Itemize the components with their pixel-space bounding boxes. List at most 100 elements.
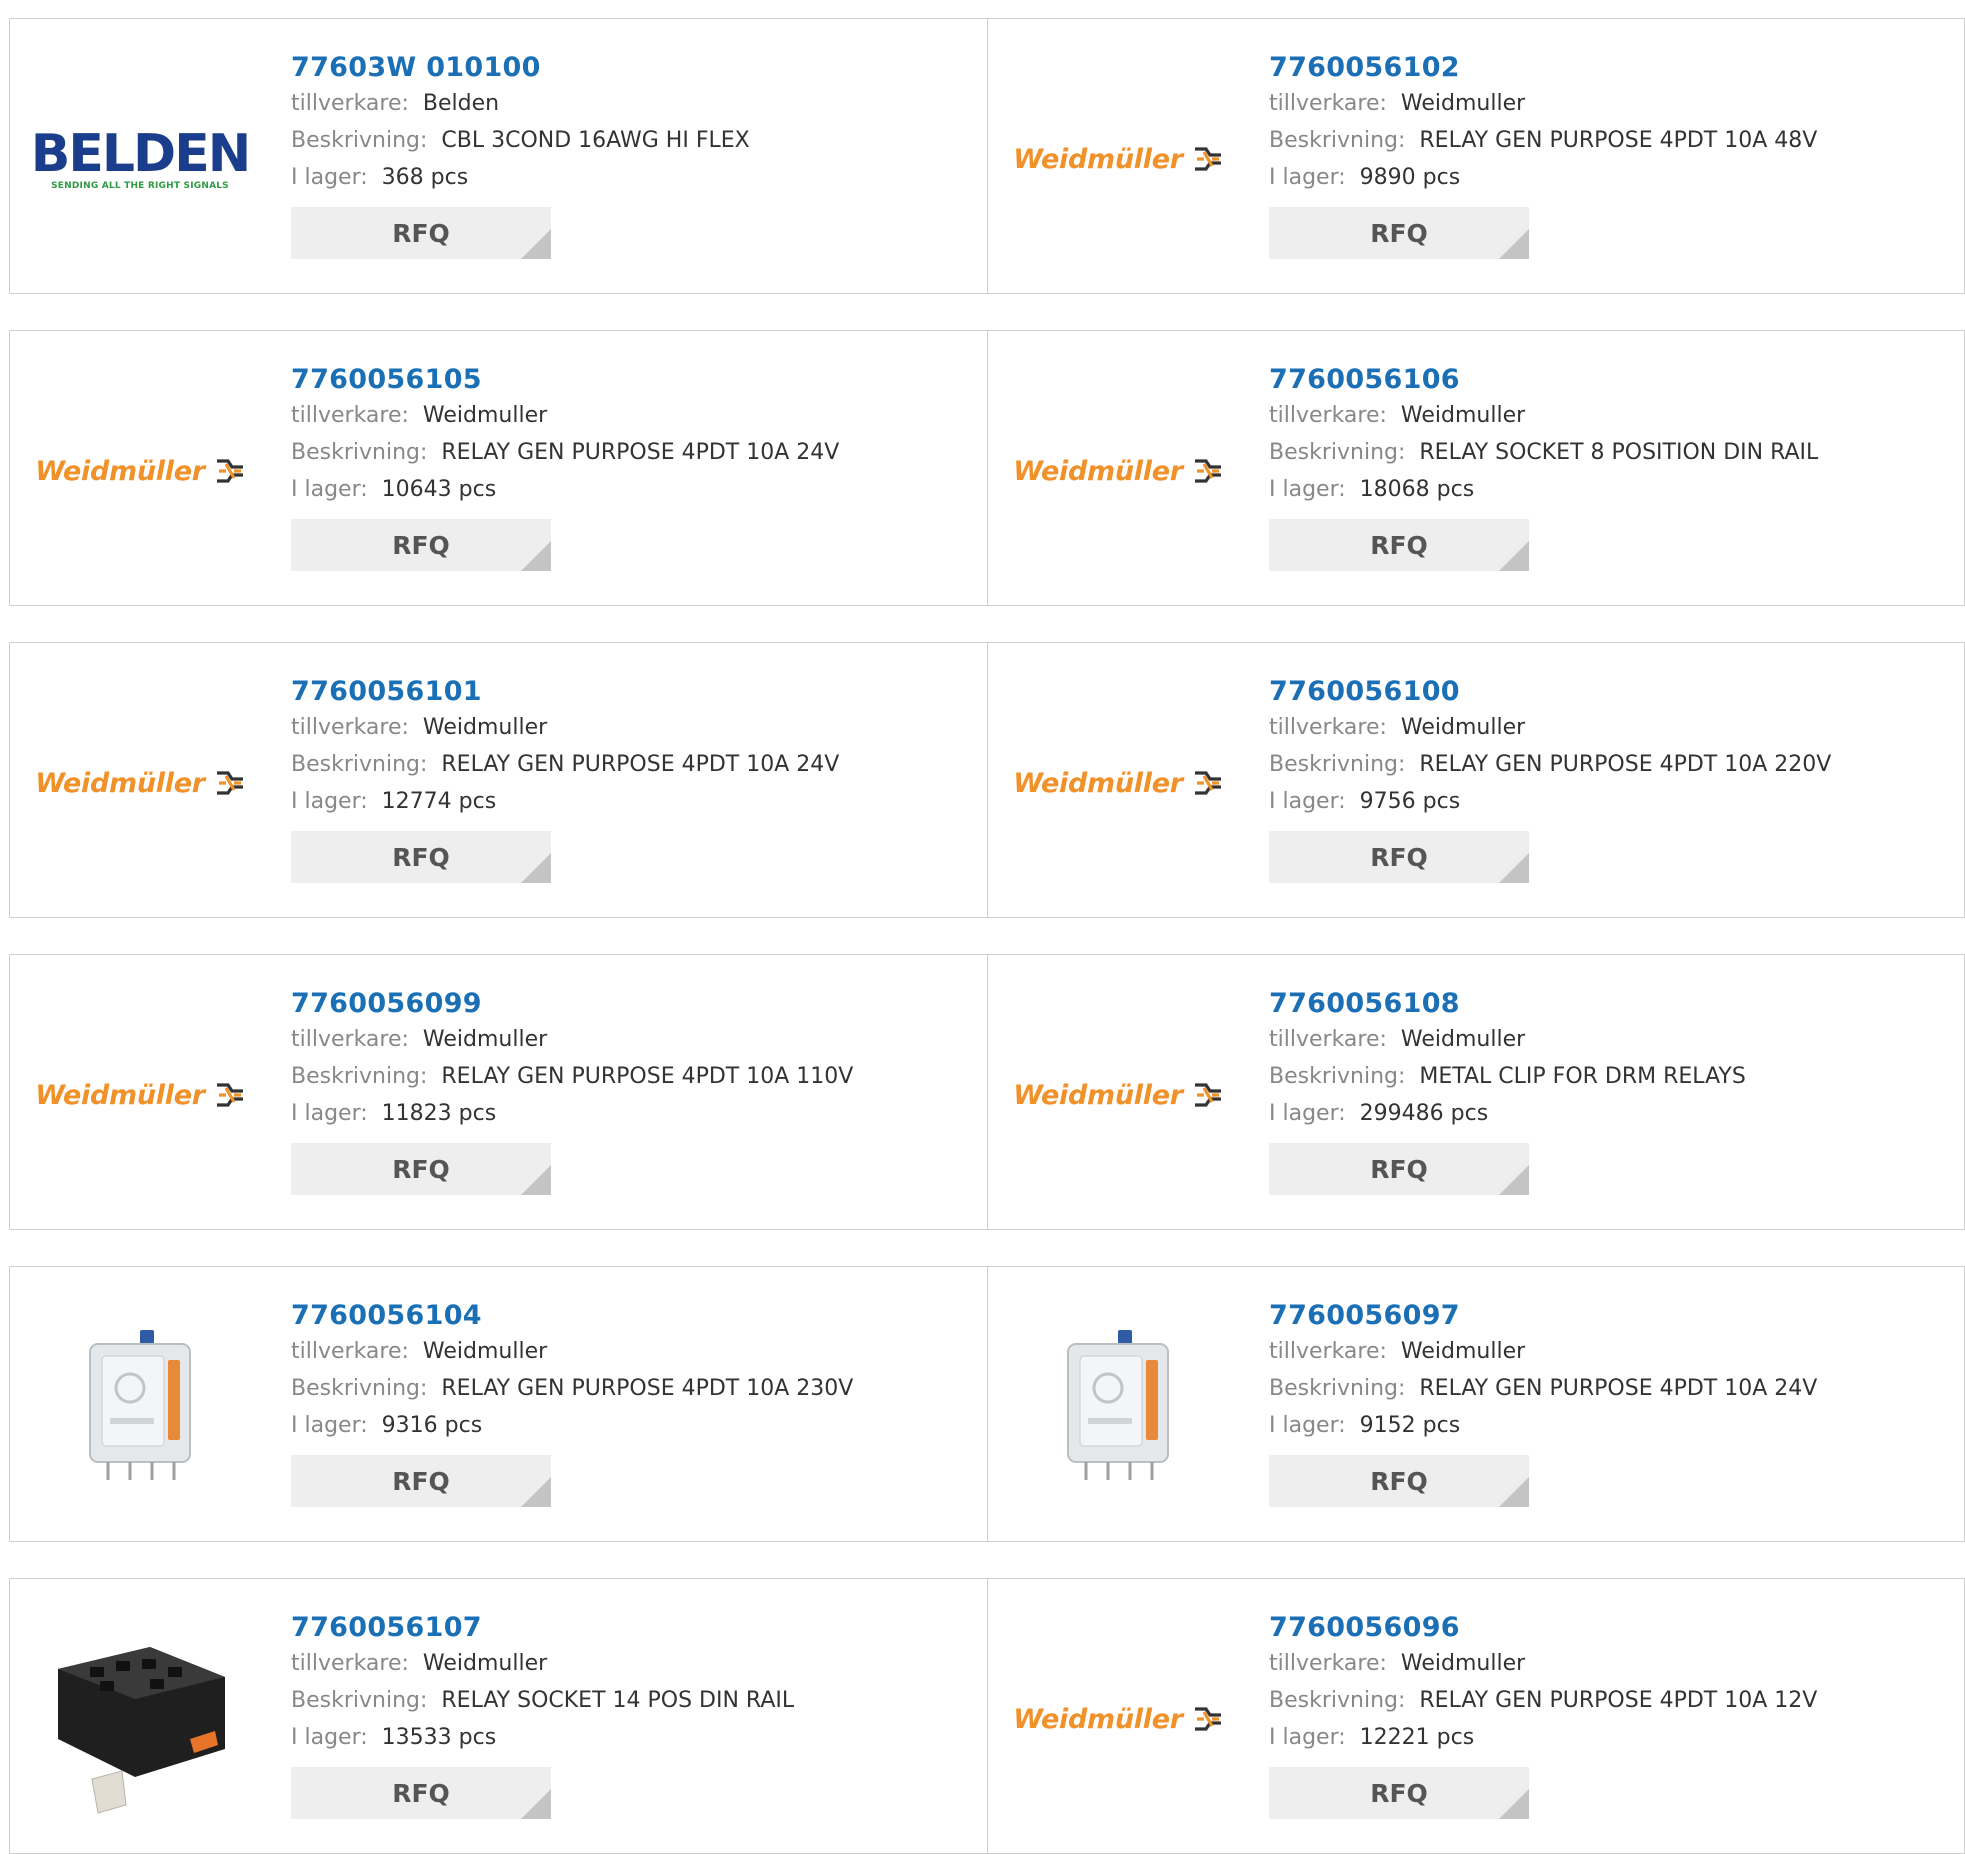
- product-info: 7760056100 tillverkare: Weidmuller Beskrivn…: [1269, 675, 1831, 883]
- weidmuller-symbol-icon: [1194, 459, 1221, 483]
- product-image[interactable]: Weidmüller: [1013, 1015, 1221, 1175]
- stock-unit: pcs: [444, 1413, 483, 1438]
- weidmuller-logo-text: Weidmüller: [35, 455, 205, 487]
- weidmuller-symbol-icon: [216, 1083, 243, 1107]
- weidmuller-logo-text: Weidmüller: [1013, 1703, 1183, 1735]
- description-line: Beskrivning: RELAY SOCKET 14 POS DIN RAIL: [291, 1682, 794, 1719]
- rfq-button[interactable]: RFQ: [291, 207, 551, 259]
- product-card: Weidmüller 7760056106 tillverkare: Weidmull…: [987, 330, 1965, 606]
- part-number-link[interactable]: 7760056108: [1269, 987, 1746, 1021]
- part-number-link[interactable]: 7760056102: [1269, 51, 1817, 85]
- rfq-button[interactable]: RFQ: [291, 831, 551, 883]
- manufacturer-line: tillverkare: Weidmuller: [291, 709, 839, 746]
- part-number-link[interactable]: 7760056107: [291, 1611, 794, 1645]
- manufacturer-value: Weidmuller: [422, 1027, 548, 1052]
- rfq-button[interactable]: RFQ: [1269, 1455, 1529, 1507]
- rfq-button[interactable]: RFQ: [1269, 1767, 1529, 1819]
- manufacturer-label: tillverkare:: [291, 403, 409, 428]
- product-image[interactable]: Weidmüller: [35, 703, 243, 863]
- corner-triangle-icon: [521, 541, 551, 571]
- product-image[interactable]: [40, 1639, 240, 1814]
- part-number-link[interactable]: 77603W 010100: [291, 51, 750, 85]
- part-number-link[interactable]: 7760056096: [1269, 1611, 1817, 1645]
- belden-logo-text: BELDEN: [30, 123, 251, 184]
- stock-label: I lager:: [291, 165, 368, 190]
- product-image[interactable]: Weidmüller: [1013, 391, 1221, 551]
- product-image[interactable]: Weidmüller: [1013, 703, 1221, 863]
- weidmuller-symbol-icon: [1194, 771, 1221, 795]
- relay-socket-photo: [58, 1647, 225, 1814]
- stock-unit: pcs: [458, 1101, 497, 1126]
- rfq-button-label: RFQ: [392, 1154, 450, 1184]
- product-card: 7760056107 tillverkare: Weidmuller Beskrivn…: [9, 1578, 988, 1854]
- stock-label: I lager:: [291, 477, 368, 502]
- rfq-button[interactable]: RFQ: [1269, 831, 1529, 883]
- manufacturer-value: Weidmuller: [1400, 403, 1526, 428]
- part-number-link[interactable]: 7760056106: [1269, 363, 1818, 397]
- product-image[interactable]: [40, 1327, 240, 1487]
- manufacturer-line: tillverkare: Weidmuller: [1269, 709, 1831, 746]
- description-line: Beskrivning: RELAY GEN PURPOSE 4PDT 10A 4…: [1269, 122, 1817, 159]
- stock-line: I lager: 12774 pcs: [291, 783, 839, 820]
- stock-line: I lager: 9756 pcs: [1269, 783, 1831, 820]
- description-value: RELAY SOCKET 14 POS DIN RAIL: [441, 1688, 795, 1713]
- part-number-link[interactable]: 7760056101: [291, 675, 839, 709]
- description-line: Beskrivning: RELAY GEN PURPOSE 4PDT 10A 1…: [291, 1058, 853, 1095]
- product-image[interactable]: Weidmüller: [1013, 1639, 1221, 1799]
- product-info: 7760056102 tillverkare: Weidmuller Beskrivn…: [1269, 51, 1817, 259]
- rfq-button[interactable]: RFQ: [291, 1767, 551, 1819]
- part-number-link[interactable]: 7760056099: [291, 987, 853, 1021]
- rfq-button-label: RFQ: [1370, 530, 1428, 560]
- product-info: 7760056096 tillverkare: Weidmuller Beskrivn…: [1269, 1611, 1817, 1819]
- description-label: Beskrivning:: [291, 1376, 428, 1401]
- rfq-button[interactable]: RFQ: [1269, 1143, 1529, 1195]
- weidmuller-logo: Weidmüller: [35, 456, 244, 487]
- stock-line: I lager: 9152 pcs: [1269, 1407, 1817, 1444]
- product-image[interactable]: Weidmüller: [35, 1015, 243, 1175]
- rfq-button[interactable]: RFQ: [1269, 519, 1529, 571]
- rfq-button[interactable]: RFQ: [291, 1143, 551, 1195]
- part-number-link[interactable]: 7760056104: [291, 1299, 853, 1333]
- stock-value: 13533: [381, 1725, 452, 1750]
- manufacturer-label: tillverkare:: [291, 1339, 409, 1364]
- manufacturer-label: tillverkare:: [291, 715, 409, 740]
- manufacturer-value: Weidmuller: [1400, 1651, 1526, 1676]
- belden-tagline: SENDING ALL THE RIGHT SIGNALS: [51, 180, 229, 191]
- product-image[interactable]: [1018, 1327, 1218, 1487]
- part-number-link[interactable]: 7760056097: [1269, 1299, 1817, 1333]
- corner-triangle-icon: [521, 853, 551, 883]
- rfq-button-label: RFQ: [392, 218, 450, 248]
- stock-line: I lager: 368 pcs: [291, 159, 750, 196]
- stock-line: I lager: 13533 pcs: [291, 1719, 794, 1756]
- weidmuller-logo-text: Weidmüller: [1013, 143, 1183, 175]
- product-image[interactable]: BELDEN SENDING ALL THE RIGHT SIGNALS: [31, 79, 251, 239]
- description-value: RELAY GEN PURPOSE 4PDT 10A 12V: [1419, 1688, 1818, 1713]
- manufacturer-value: Weidmuller: [422, 1339, 548, 1364]
- description-label: Beskrivning:: [1269, 1688, 1406, 1713]
- manufacturer-label: tillverkare:: [1269, 403, 1387, 428]
- product-info: 7760056108 tillverkare: Weidmuller Beskrivn…: [1269, 987, 1746, 1195]
- stock-unit: pcs: [1422, 165, 1461, 190]
- stock-label: I lager:: [1269, 1101, 1346, 1126]
- rfq-button[interactable]: RFQ: [1269, 207, 1529, 259]
- stock-unit: pcs: [1436, 1725, 1475, 1750]
- part-number-link[interactable]: 7760056105: [291, 363, 839, 397]
- product-image[interactable]: Weidmüller: [1013, 79, 1221, 239]
- relay-photo: [1067, 1330, 1169, 1480]
- weidmuller-logo-text: Weidmüller: [1013, 767, 1183, 799]
- weidmuller-logo: Weidmüller: [1013, 144, 1222, 175]
- weidmuller-symbol-icon: [1194, 1707, 1221, 1731]
- product-info: 7760056107 tillverkare: Weidmuller Beskrivn…: [291, 1611, 794, 1819]
- part-number-link[interactable]: 7760056100: [1269, 675, 1831, 709]
- weidmuller-symbol-icon: [1194, 1083, 1221, 1107]
- stock-line: I lager: 11823 pcs: [291, 1095, 853, 1132]
- stock-value: 299486: [1359, 1101, 1444, 1126]
- description-label: Beskrivning:: [1269, 1376, 1406, 1401]
- rfq-button[interactable]: RFQ: [291, 1455, 551, 1507]
- rfq-button[interactable]: RFQ: [291, 519, 551, 571]
- weidmuller-logo: Weidmüller: [1013, 768, 1222, 799]
- weidmuller-logo: Weidmüller: [35, 1080, 244, 1111]
- manufacturer-value: Belden: [422, 91, 500, 116]
- stock-label: I lager:: [291, 1413, 368, 1438]
- product-image[interactable]: Weidmüller: [35, 391, 243, 551]
